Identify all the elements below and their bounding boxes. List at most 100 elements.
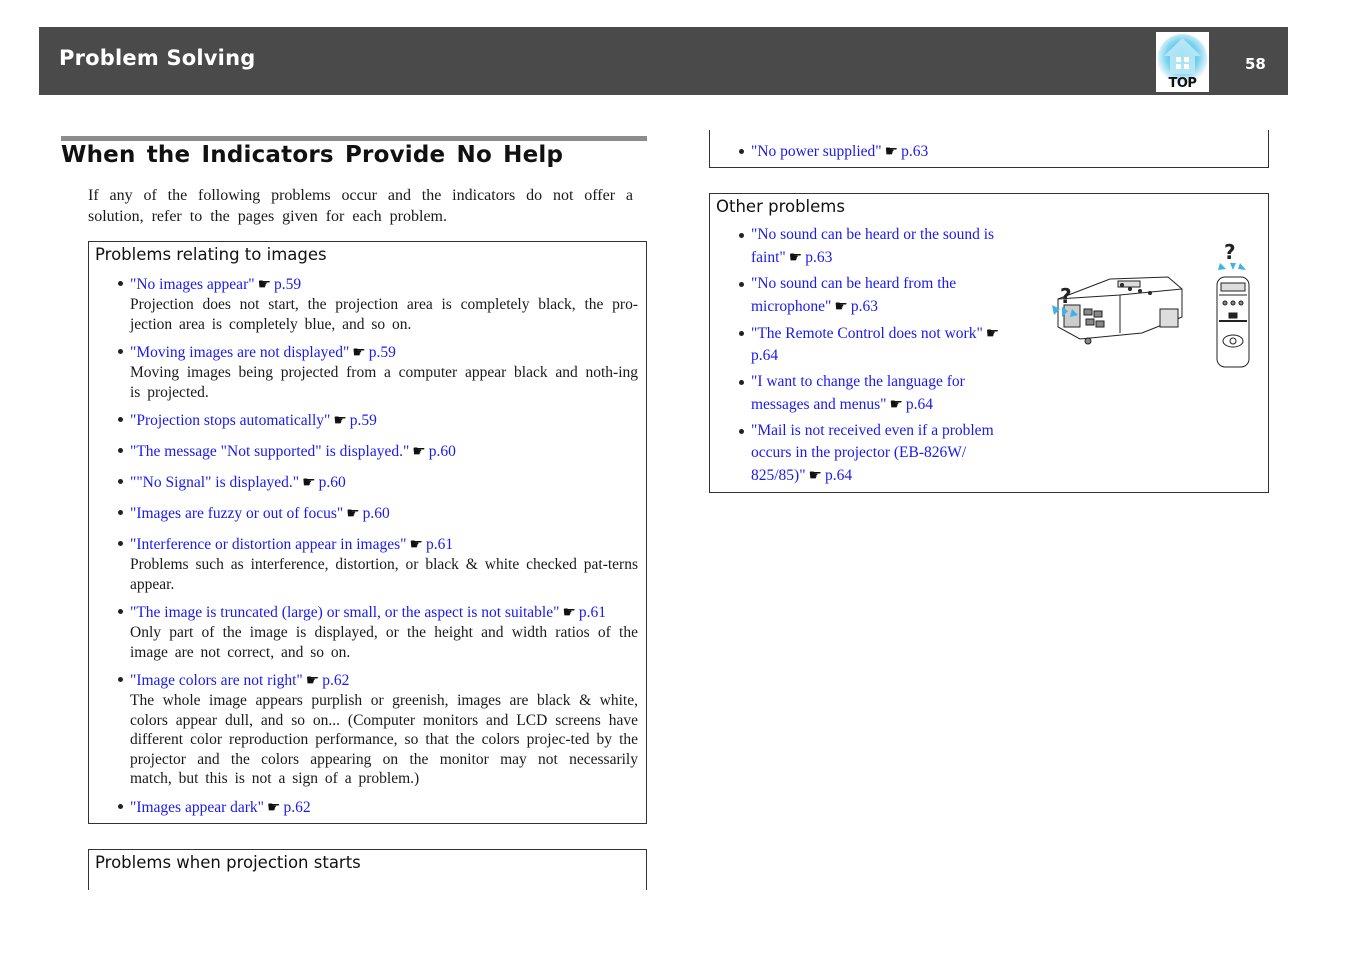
page-number: 58 — [1245, 55, 1266, 73]
pointing-hand-icon: ☛ — [834, 297, 848, 315]
question-mark-icon: ? — [1218, 240, 1246, 270]
bullet-icon — [118, 609, 123, 614]
pointing-hand-icon: ☛ — [808, 466, 822, 484]
page-reference-link[interactable]: p.59 — [350, 412, 377, 429]
problem-link[interactable]: ""No Signal" is displayed." — [130, 474, 299, 491]
pointing-hand-icon: ☛ — [302, 473, 316, 491]
page-reference-link[interactable]: p.63 — [851, 298, 878, 315]
problem-link[interactable]: "No images appear" — [130, 276, 255, 293]
list-item: "Moving images are not displayed" ☛ p.59 Mo… — [89, 342, 646, 402]
list-item: ""No Signal" is displayed." ☛ p.60 — [89, 472, 646, 493]
list-item: "The message "Not supported" is displaye… — [89, 441, 646, 462]
projection-start-problems-box: Problems when projection starts — [88, 849, 647, 890]
pointing-hand-icon: ☛ — [346, 504, 360, 522]
pointing-hand-icon: ☛ — [562, 603, 576, 621]
list-item: "Mail is not received even if a problem … — [710, 420, 1016, 487]
list-item: "Image colors are not right" ☛ p.62 The who… — [89, 670, 646, 789]
list-item: "Images appear dark" ☛ p.62 — [89, 797, 646, 818]
problem-link[interactable]: "No power supplied" — [751, 143, 882, 160]
problem-link[interactable]: "The message "Not supported" is displaye… — [130, 443, 409, 460]
top-label: TOP — [1168, 76, 1197, 91]
remote-control-icon — [1216, 276, 1250, 368]
problem-link[interactable]: "The Remote Control does not work" — [751, 325, 983, 342]
pointing-hand-icon: ☛ — [267, 797, 281, 816]
images-problems-box: Problems relating to images "No images a… — [88, 241, 647, 824]
bullet-icon — [739, 429, 744, 434]
page-reference-link[interactable]: p.63 — [901, 143, 928, 160]
list-item: "No sound can be heard or the sound is f… — [710, 224, 1016, 269]
list-item: "Images are fuzzy or out of focus" ☛ p.60 — [89, 503, 646, 524]
bullet-icon — [118, 448, 123, 453]
list-item: "No sound can be heard from the micropho… — [710, 273, 1016, 318]
pointing-hand-icon: ☛ — [257, 275, 272, 293]
list-item: "No images appear" ☛ p.59 Projection does n… — [89, 274, 646, 334]
pointing-hand-icon: ☛ — [985, 324, 1000, 342]
page-reference-link[interactable]: p.60 — [429, 443, 456, 460]
problem-description: Problems such as interference, distortio… — [130, 556, 638, 593]
pointing-hand-icon: ☛ — [333, 411, 347, 429]
pointing-hand-icon: ☛ — [889, 395, 903, 413]
problem-link[interactable]: "Image colors are not right" — [130, 672, 303, 689]
pointing-hand-icon: ☛ — [305, 671, 320, 689]
problem-link[interactable]: "Moving images are not displayed" — [130, 344, 349, 361]
bullet-icon — [739, 233, 744, 238]
page-reference-link[interactable]: p.61 — [579, 604, 606, 621]
list-item: "No power supplied" ☛ p.63 — [710, 142, 1268, 161]
power-problem-list: "No power supplied" ☛ p.63 — [710, 142, 1268, 161]
page-reference-link[interactable]: p.63 — [805, 249, 832, 266]
list-item: "I want to change the language for messa… — [710, 371, 1016, 416]
pointing-hand-icon: ☛ — [412, 442, 426, 460]
problem-description: Only part of the image is displayed, or … — [130, 624, 638, 661]
box-title: Problems relating to images — [95, 245, 327, 264]
section-title: When the Indicators Provide No Help — [61, 142, 564, 168]
page-reference-link[interactable]: p.64 — [906, 396, 933, 413]
bullet-icon — [118, 677, 123, 682]
bullet-icon — [118, 541, 123, 546]
page-reference-link[interactable]: p.62 — [283, 799, 310, 816]
page-reference-link[interactable]: p.64 — [751, 347, 778, 364]
list-item: "The image is truncated (large) or small… — [89, 602, 646, 662]
svg-text:?: ? — [1060, 284, 1072, 308]
chapter-title: Problem Solving — [59, 46, 256, 70]
bullet-icon — [118, 510, 123, 515]
projection-start-problems-box-continued: "No power supplied" ☛ p.63 — [709, 130, 1269, 168]
bullet-icon — [739, 380, 744, 385]
list-item: "The Remote Control does not work" ☛ p.64 — [710, 322, 1016, 367]
problem-link[interactable]: "Images are fuzzy or out of focus" — [130, 505, 343, 522]
list-item: "Projection stops automatically" ☛ p.59 — [89, 410, 646, 431]
bullet-icon — [118, 479, 123, 484]
bullet-icon — [118, 417, 123, 422]
problem-link[interactable]: "No sound can be heard or the sound is f… — [751, 226, 994, 266]
pointing-hand-icon: ☛ — [409, 535, 423, 553]
projector-remote-illustration: ? ? — [1050, 237, 1255, 372]
intro-paragraph: If any of the following problems occur a… — [88, 187, 633, 225]
page-reference-link[interactable]: p.61 — [426, 536, 453, 553]
bullet-icon — [118, 349, 123, 354]
bullet-icon — [118, 281, 123, 286]
svg-text:?: ? — [1224, 240, 1236, 264]
list-item: "Interference or distortion appear in im… — [89, 534, 646, 594]
problem-description: Moving images being projected from a com… — [130, 364, 638, 401]
bullet-icon — [739, 149, 744, 154]
bullet-icon — [739, 282, 744, 287]
pointing-hand-icon: ☛ — [788, 248, 803, 266]
projector-icon — [1057, 276, 1183, 345]
box-title: Problems when projection starts — [95, 853, 361, 872]
problem-link[interactable]: "The image is truncated (large) or small… — [130, 604, 559, 621]
page-reference-link[interactable]: p.60 — [319, 474, 346, 491]
problem-link[interactable]: "Images appear dark" — [130, 799, 264, 816]
bullet-icon — [739, 331, 744, 336]
page-reference-link[interactable]: p.62 — [322, 672, 349, 689]
page-reference-link[interactable]: p.64 — [825, 467, 852, 484]
bullet-icon — [118, 803, 123, 809]
pointing-hand-icon: ☛ — [884, 142, 899, 160]
problem-link[interactable]: "Projection stops automatically" — [130, 412, 330, 429]
page-reference-link[interactable]: p.59 — [369, 344, 396, 361]
problem-link[interactable]: "Interference or distortion appear in im… — [130, 536, 406, 553]
page-reference-link[interactable]: p.59 — [274, 276, 301, 293]
header-bar: Problem Solving TOP 58 — [39, 27, 1288, 95]
page-reference-link[interactable]: p.60 — [363, 505, 390, 522]
problem-description: Projection does not start, the projectio… — [130, 296, 638, 333]
problem-link[interactable]: "Mail is not received even if a problem … — [751, 422, 994, 484]
top-button[interactable]: TOP — [1156, 32, 1209, 92]
